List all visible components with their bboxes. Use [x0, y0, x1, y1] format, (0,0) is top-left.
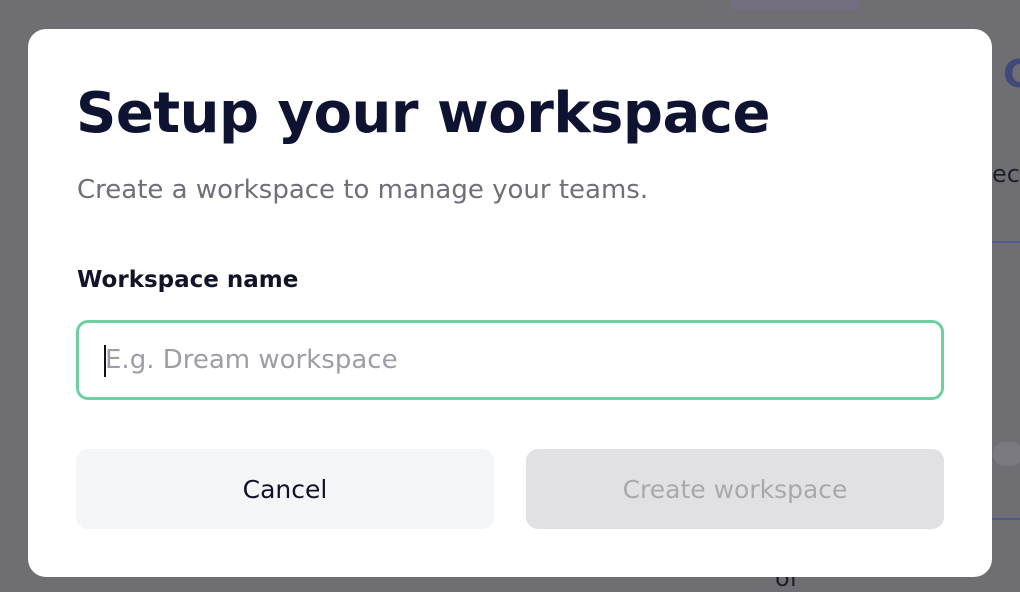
workspace-name-input[interactable]	[79, 323, 941, 397]
workspace-name-label: Workspace name	[77, 267, 299, 293]
background-logo-icon: C	[1003, 52, 1020, 96]
dialog-title: Setup your workspace	[76, 81, 770, 146]
background-divider	[992, 518, 1020, 520]
background-header-shape	[730, 0, 860, 10]
background-toggle	[993, 442, 1020, 466]
setup-workspace-dialog: Setup your workspace Create a workspace …	[28, 29, 992, 577]
create-workspace-button[interactable]: Create workspace	[526, 449, 944, 529]
text-cursor	[104, 345, 106, 377]
background-divider	[992, 241, 1020, 243]
workspace-name-field[interactable]	[76, 320, 944, 400]
dialog-subtitle: Create a workspace to manage your teams.	[77, 175, 649, 205]
background-text-snippet: ec	[992, 160, 1020, 188]
cancel-button[interactable]: Cancel	[76, 449, 494, 529]
